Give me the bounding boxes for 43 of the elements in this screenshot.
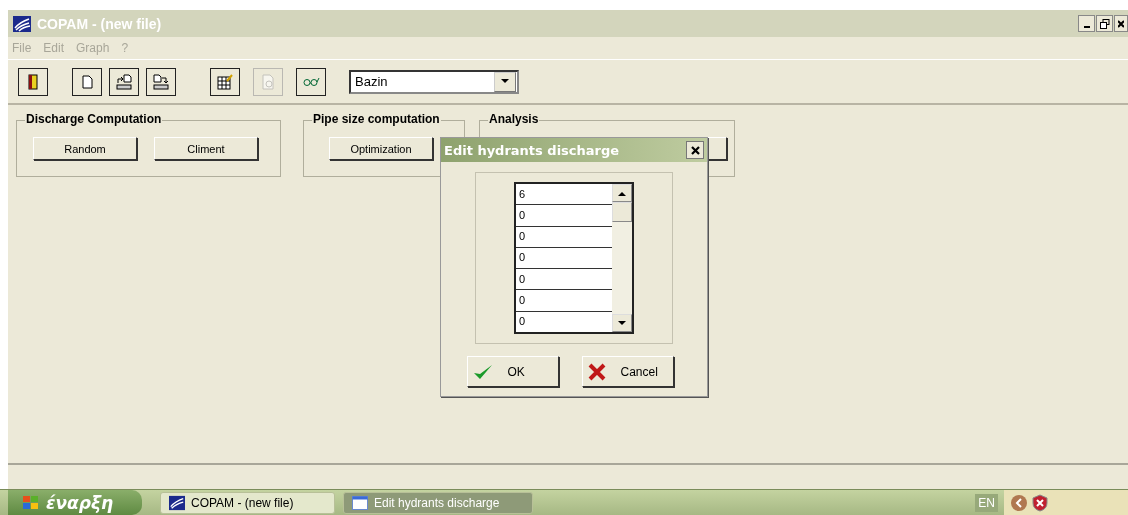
action-button[interactable]: Optimization <box>329 137 433 160</box>
export-button[interactable] <box>146 67 176 96</box>
group-title: Pipe size computation <box>312 112 441 126</box>
page-arrow-icon <box>115 72 133 91</box>
close-button[interactable] <box>686 141 704 159</box>
window-icon <box>352 495 368 510</box>
minimize-button[interactable] <box>1078 15 1095 32</box>
scroll-down-icon <box>618 320 626 326</box>
value-field[interactable]: 0 <box>516 311 612 332</box>
cancel-button[interactable]: Cancel <box>581 356 674 387</box>
ok-button[interactable]: OK <box>466 356 559 387</box>
glasses-icon <box>302 77 320 86</box>
restore-icon <box>1099 18 1110 29</box>
cross-icon <box>586 362 607 381</box>
minimize-icon <box>1083 25 1090 28</box>
scroll-bar[interactable] <box>612 184 632 332</box>
new-file-button[interactable] <box>72 67 102 96</box>
group-title: Discharge Computation <box>25 112 163 126</box>
taskbar-button[interactable]: COPAM - (new file) <box>160 491 335 514</box>
windows-logo-icon <box>22 494 40 511</box>
table-edit-button[interactable] <box>210 67 240 96</box>
restore-button[interactable] <box>1096 15 1113 32</box>
security-shield-icon[interactable] <box>1032 493 1048 512</box>
close-icon <box>690 145 700 155</box>
close-button[interactable] <box>1114 15 1128 32</box>
exit-button[interactable] <box>18 67 48 96</box>
scroll-up-icon <box>618 190 626 196</box>
close-icon <box>1118 19 1124 28</box>
formula-dropdown[interactable]: Bazin <box>349 69 519 94</box>
group-title: Analysis <box>488 112 540 126</box>
app-logo-icon <box>169 494 185 511</box>
table-pencil-icon <box>216 72 234 91</box>
page-arrow-icon <box>152 72 170 91</box>
dropdown-arrow-icon <box>501 79 509 84</box>
action-button[interactable]: Climent <box>154 137 258 160</box>
import-button[interactable] <box>109 67 139 96</box>
glasses-button[interactable] <box>296 67 326 96</box>
dialog-title: Edit hydrants discharge <box>444 142 621 158</box>
magnifier-page-icon <box>259 72 277 91</box>
scroll-thumb[interactable] <box>612 202 632 222</box>
app-logo-icon <box>13 15 31 32</box>
window-title: COPAM - (new file) <box>37 15 162 32</box>
action-button[interactable]: Random <box>33 137 137 160</box>
